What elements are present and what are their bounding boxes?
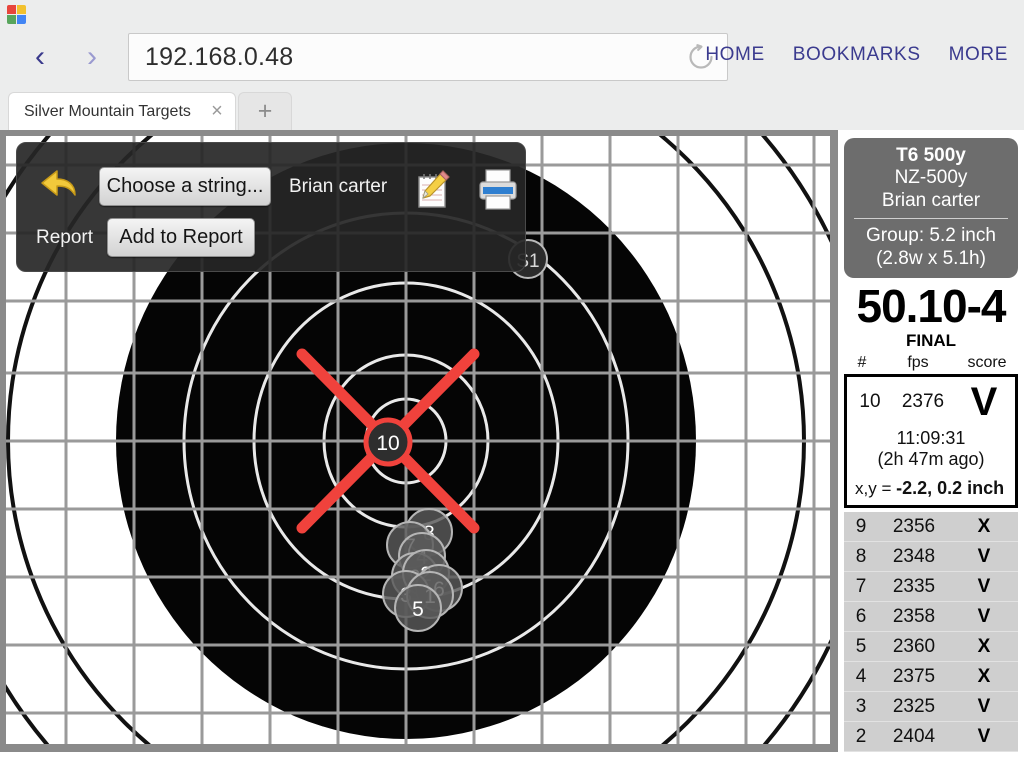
xy-value: -2.2, 0.2 inch <box>896 478 1005 499</box>
current-shot-score: V <box>970 380 998 425</box>
target-viewport: S1 8 7 4 9 2 6 <box>0 130 838 752</box>
app-root: ‹ › 192.168.0.48 HOME BOOKMARKS MORE Sil… <box>0 0 1024 768</box>
shot-score: V <box>977 605 991 627</box>
current-shot-number: 10 <box>859 391 881 413</box>
shot-fps: 2325 <box>892 695 936 717</box>
card-divider <box>854 218 1008 220</box>
final-label: FINAL <box>905 331 957 351</box>
back-button-overlay[interactable] <box>37 165 89 209</box>
shot-number: 4 <box>855 665 867 687</box>
shot-number: 5 <box>855 635 867 657</box>
column-header-fps: fps <box>907 354 929 372</box>
new-tab-button[interactable]: + <box>238 92 292 130</box>
shot-number: 6 <box>855 605 867 627</box>
current-shot-time: 11:09:31 <box>896 428 966 449</box>
target-canvas[interactable]: S1 8 7 4 9 2 6 <box>6 136 830 744</box>
shot-fps: 2348 <box>892 545 936 567</box>
shot-score: X <box>977 635 991 657</box>
shot-fps: 2375 <box>892 665 936 687</box>
add-to-report-label: Add to Report <box>119 226 243 248</box>
app-logo-icon <box>7 5 26 24</box>
target-summary-card: T6 500y NZ-500y Brian carter Group: 5.2 … <box>844 138 1018 279</box>
shot-score: V <box>977 725 991 747</box>
printer-icon <box>479 169 517 210</box>
current-shot-coordinates: x,y = -2.2, 0.2 inch <box>853 478 1009 499</box>
shot-fps: 2358 <box>892 605 936 627</box>
table-row[interactable]: 6 2358 V <box>844 602 1018 633</box>
table-row[interactable]: 3 2325 V <box>844 692 1018 723</box>
shot-info-sidebar: T6 500y NZ-500y Brian carter Group: 5.2 … <box>838 130 1024 768</box>
close-icon[interactable]: × <box>199 100 235 123</box>
edit-note-button[interactable] <box>409 165 457 213</box>
shot-number: 7 <box>855 575 867 597</box>
choose-string-label: Choose a string... <box>106 175 264 197</box>
undo-arrow-icon <box>41 170 76 196</box>
back-icon: ‹ <box>35 40 45 73</box>
table-row[interactable]: 8 2348 V <box>844 542 1018 573</box>
table-row[interactable]: 4 2375 X <box>844 662 1018 693</box>
target-shooter: Brian carter <box>881 189 981 211</box>
shot-score: X <box>977 665 991 687</box>
address-bar[interactable]: 192.168.0.48 <box>128 33 728 81</box>
shot-number: 8 <box>855 545 867 567</box>
browser-chrome: ‹ › 192.168.0.48 HOME BOOKMARKS MORE Sil… <box>0 0 1024 130</box>
tab-strip: Silver Mountain Targets × + <box>0 92 1024 130</box>
current-shot-fps: 2376 <box>901 391 945 413</box>
current-shot-card[interactable]: 10 2376 V 11:09:31 (2h 47m ago) x,y = -2… <box>844 374 1018 509</box>
forward-button[interactable]: › <box>72 38 112 76</box>
url-text[interactable]: 192.168.0.48 <box>129 43 675 72</box>
table-row[interactable]: 7 2335 V <box>844 572 1018 603</box>
table-row[interactable]: 5 2360 X <box>844 632 1018 663</box>
tab-silver-mountain-targets[interactable]: Silver Mountain Targets × <box>8 92 236 130</box>
shot-fps: 2360 <box>892 635 936 657</box>
xy-label: x,y = <box>855 479 897 499</box>
total-score: 50.10-4 <box>856 280 1006 333</box>
back-button[interactable]: ‹ <box>20 38 60 76</box>
current-shot-ago: (2h 47m ago) <box>877 449 985 470</box>
group-size: Group: 5.2 inch <box>866 225 996 247</box>
add-to-report-button[interactable]: Add to Report <box>107 218 255 257</box>
bookmarks-link[interactable]: BOOKMARKS <box>793 44 921 66</box>
shooter-name-label: Brian carter <box>289 176 388 197</box>
table-row[interactable]: 9 2356 X <box>844 512 1018 543</box>
chrome-links: HOME BOOKMARKS MORE <box>705 44 1008 66</box>
choose-string-dropdown[interactable]: Choose a string... <box>99 167 271 206</box>
home-link[interactable]: HOME <box>705 44 764 66</box>
plus-icon: + <box>257 97 273 125</box>
target-range: NZ-500y <box>894 167 968 189</box>
shot-score: X <box>977 515 991 537</box>
shot-fps: 2335 <box>892 575 936 597</box>
target-name: T6 500y <box>896 145 966 166</box>
shot-number: 2 <box>855 725 867 747</box>
shot-table-header: # fps score <box>838 354 1024 372</box>
shot-history-list[interactable]: 9 2356 X 8 2348 V 7 2335 V 6 2358 V 5 2 3 <box>844 512 1018 753</box>
more-link[interactable]: MORE <box>949 44 1008 66</box>
tab-title: Silver Mountain Targets <box>24 102 191 120</box>
shot-fps: 2404 <box>892 725 936 747</box>
column-header-score: score <box>967 354 1007 372</box>
shot-score: V <box>977 545 991 567</box>
column-header-number: # <box>857 354 867 372</box>
report-toolbar-overlay: Choose a string... Brian carter Report A… <box>16 142 526 272</box>
svg-text:10: 10 <box>376 432 399 455</box>
print-button[interactable] <box>473 165 523 213</box>
report-label: Report <box>36 227 94 248</box>
forward-icon: › <box>87 40 97 73</box>
notepad-pencil-icon <box>418 170 450 208</box>
shot-score: V <box>977 575 991 597</box>
shot-score: V <box>977 695 991 717</box>
shot-number: 3 <box>855 695 867 717</box>
current-shot-row: 10 2376 V <box>853 380 1009 425</box>
shot-number: 9 <box>855 515 867 537</box>
svg-text:5: 5 <box>412 598 424 621</box>
group-dimensions: (2.8w x 5.1h) <box>876 247 986 269</box>
table-row[interactable]: 2 2404 V <box>844 722 1018 753</box>
shot-fps: 2356 <box>892 515 936 537</box>
